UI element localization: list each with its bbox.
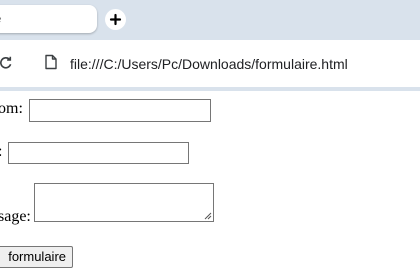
browser-tab[interactable]: e xyxy=(0,5,97,33)
plus-icon xyxy=(109,13,122,26)
name-input[interactable] xyxy=(29,99,211,122)
message-textarea[interactable] xyxy=(34,183,214,222)
reload-icon xyxy=(0,56,12,69)
address-bar[interactable]: file:///C:/Users/Pc/Downloads/formulaire… xyxy=(70,56,348,72)
page-info-button[interactable] xyxy=(44,54,58,75)
new-tab-button[interactable] xyxy=(105,9,126,30)
email-label: : xyxy=(0,143,2,161)
tab-title: e xyxy=(0,11,1,26)
submit-button[interactable]: formulaire xyxy=(0,246,73,268)
reload-button[interactable] xyxy=(0,55,14,76)
browser-toolbar: file:///C:/Users/Pc/Downloads/formulaire… xyxy=(0,40,420,91)
email-input[interactable] xyxy=(8,142,189,164)
message-label: sage: xyxy=(0,208,31,225)
page-content: om: : sage: formulaire xyxy=(0,91,420,280)
tab-strip: e xyxy=(0,0,420,40)
resize-grip-icon[interactable] xyxy=(204,212,212,220)
name-label: om: xyxy=(0,100,23,117)
file-icon xyxy=(45,54,57,70)
